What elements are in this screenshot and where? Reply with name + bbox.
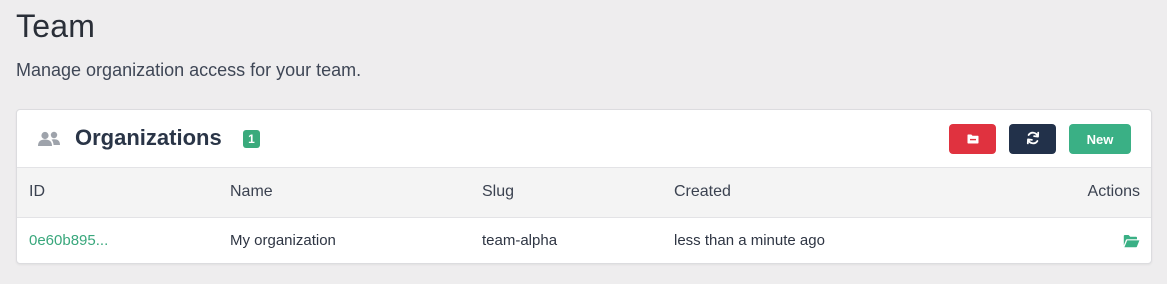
organizations-card: Organizations 1 New ID Name Slug Created… xyxy=(16,109,1152,264)
cell-id: 0e60b895... xyxy=(17,217,230,263)
organizations-table: ID Name Slug Created Actions 0e60b895...… xyxy=(17,168,1151,263)
table-row: 0e60b895... My organization team-alpha l… xyxy=(17,217,1151,263)
cell-created: less than a minute ago xyxy=(674,232,825,250)
count-badge: 1 xyxy=(243,130,260,148)
column-header-created[interactable]: Created xyxy=(674,168,1034,218)
new-organization-button[interactable]: New xyxy=(1069,124,1131,154)
column-header-id[interactable]: ID xyxy=(17,168,230,218)
cell-slug: team-alpha xyxy=(482,232,558,250)
people-icon xyxy=(37,131,61,147)
page-subtitle: Manage organization access for your team… xyxy=(16,60,362,80)
cell-name: My organization xyxy=(230,232,336,250)
organization-id-link[interactable]: 0e60b895... xyxy=(29,232,108,249)
column-header-name[interactable]: Name xyxy=(230,168,482,218)
column-header-actions: Actions xyxy=(1034,168,1151,218)
refresh-icon xyxy=(1026,131,1040,148)
refresh-button[interactable] xyxy=(1009,124,1056,154)
page-title: Team xyxy=(16,8,96,44)
card-title: Organizations xyxy=(75,125,222,150)
folder-icon xyxy=(967,132,979,147)
column-header-slug[interactable]: Slug xyxy=(482,168,674,218)
cell-actions xyxy=(1034,217,1151,263)
folder-open-icon[interactable] xyxy=(1123,234,1140,248)
table-header-row: ID Name Slug Created Actions xyxy=(17,168,1151,218)
card-header: Organizations 1 New xyxy=(17,110,1151,168)
archive-button[interactable] xyxy=(949,124,996,154)
team-page: Team Manage organization access for your… xyxy=(0,0,1167,284)
